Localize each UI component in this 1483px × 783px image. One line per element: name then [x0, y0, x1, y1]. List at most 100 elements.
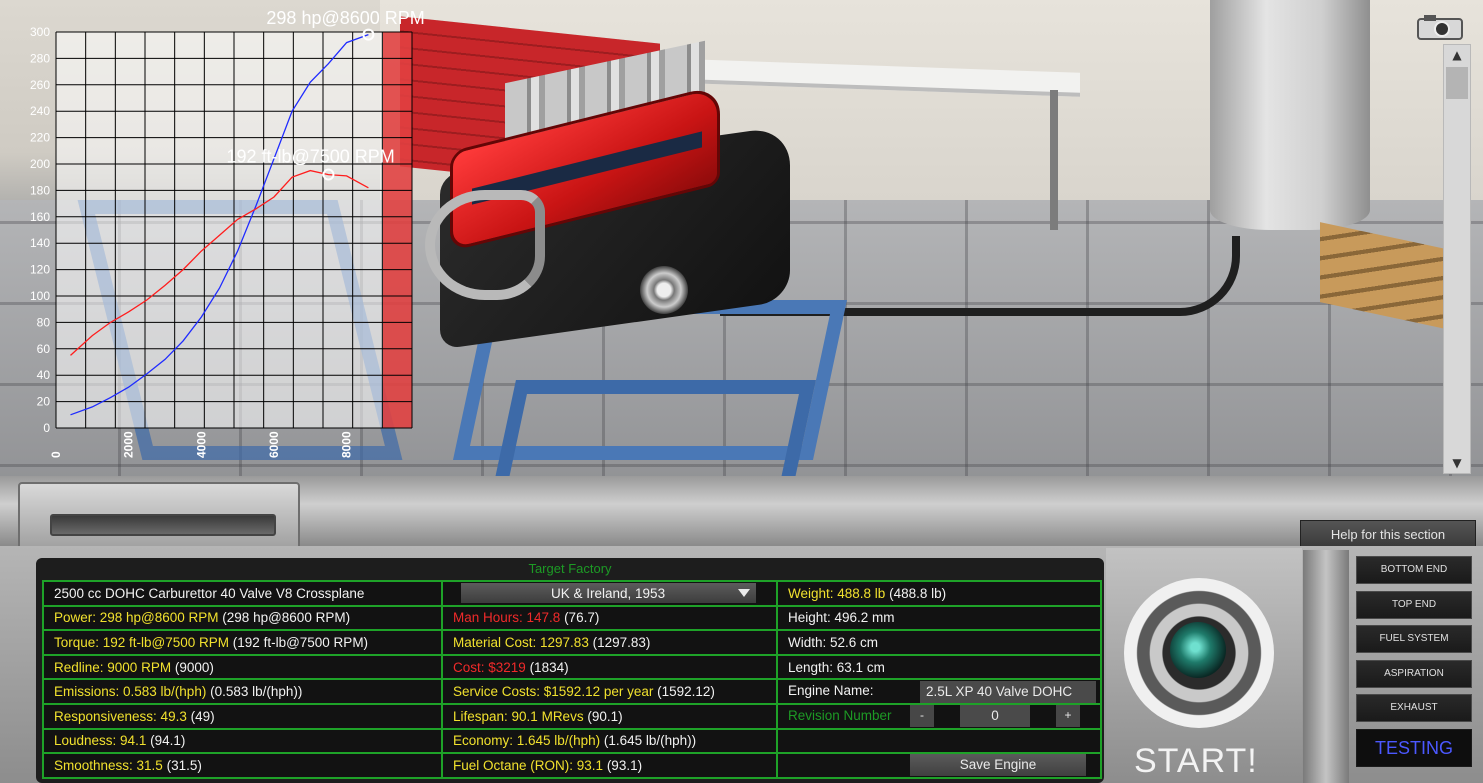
viewport-scrollbar[interactable]: ▲ ▼	[1443, 44, 1471, 474]
market-value: UK & Ireland, 1953	[551, 585, 666, 601]
torque-cell: Torque: 192 ft-lb@7500 RPM (192 ft-lb@75…	[42, 629, 443, 656]
service-cost-cell: Service Costs: $1592.12 per year (1592.1…	[441, 678, 778, 705]
revision-cell: Revision Number - 0 +	[776, 702, 1102, 730]
menu-bottom-end[interactable]: BOTTOM END	[1356, 556, 1472, 584]
help-button[interactable]: Help for this section	[1300, 520, 1476, 548]
dyno-chart-svg: 0 20 40 60 80 100 120 140 160 180 200 220 240 260 280 3…	[30, 8, 425, 458]
start-label[interactable]: START!	[1134, 742, 1258, 781]
menu-aspiration[interactable]: ASPIRATION	[1356, 659, 1472, 688]
responsiveness-cell: Responsiveness: 49.3 (49)	[42, 702, 443, 730]
octane-raw: (93.1)	[603, 757, 643, 773]
cost-cell: Cost: $3219 (1834)	[441, 653, 778, 681]
chevron-down-icon[interactable]: ▼	[1444, 453, 1470, 473]
y-tick-label: 0	[43, 421, 50, 435]
save-engine-button[interactable]: Save Engine	[910, 755, 1086, 776]
engine-name-input[interactable]: 2.5L XP 40 Valve DOHC	[920, 681, 1096, 703]
dyno-chart: 0 20 40 60 80 100 120 140 160 180 200 220 240 260 280 3…	[0, 0, 440, 470]
menu-exhaust[interactable]: EXHAUST	[1356, 694, 1472, 722]
material-cost-cell: Material Cost: 1297.83 (1297.83)	[441, 629, 778, 656]
revision-decrement-button[interactable]: -	[910, 705, 934, 727]
y-tick-label: 40	[37, 368, 51, 382]
service-cost-raw: (1592.12)	[653, 684, 715, 700]
height-value: Height: 496.2 mm	[788, 610, 895, 626]
table-row: Responsiveness: 49.3 (49) Lifespan: 90.1…	[42, 702, 1102, 730]
menu-top-end[interactable]: TOP END	[1356, 590, 1472, 619]
y-tick-label: 260	[30, 78, 50, 92]
man-hours-cell: Man Hours: 147.8 (76.7)	[441, 604, 778, 632]
y-tick-label: 300	[30, 25, 50, 39]
y-tick-label: 80	[37, 315, 51, 329]
peak-power-label: 298 hp@8600 RPM	[266, 8, 424, 28]
octane-label: Fuel Octane (RON): 93.1	[453, 757, 604, 773]
y-tick-label: 120	[30, 263, 50, 277]
section-menu: BOTTOM END TOP END FUEL SYSTEM ASPIRATIO…	[1356, 556, 1476, 783]
engine-name-cell: Engine Name: 2.5L XP 40 Valve DOHC	[776, 678, 1102, 705]
engine-description: 2500 cc DOHC Carburettor 40 Valve V8 Cro…	[42, 580, 443, 607]
y-tick-label: 100	[30, 289, 50, 303]
economy-label: Economy: 1.645 lb/(hph)	[453, 733, 601, 749]
alternator	[640, 266, 688, 314]
revision-stepper: - 0 +	[910, 705, 1080, 727]
rivet-strip	[1303, 550, 1349, 783]
length-cell: Length: 63.1 cm	[776, 653, 1102, 681]
y-tick-label: 160	[30, 210, 50, 224]
menu-fuel-system[interactable]: FUEL SYSTEM	[1356, 625, 1472, 653]
redline-cell: Redline: 9000 RPM (9000)	[42, 653, 443, 681]
service-cost-label: Service Costs: $1592.12 per year	[453, 684, 654, 700]
y-tick-label: 220	[30, 131, 50, 145]
y-tick-label: 180	[30, 183, 50, 197]
start-lens-icon	[1170, 622, 1226, 678]
responsiveness-label: Responsiveness: 49.3	[54, 708, 187, 724]
empty-cell	[776, 727, 1102, 755]
peak-torque-label: 192 ft-lb@7500 RPM	[226, 147, 394, 167]
loudness-label: Loudness: 94.1	[54, 733, 147, 749]
engine-description-text: 2500 cc DOHC Carburettor 40 Valve V8 Cro…	[54, 585, 365, 601]
panel-title: Target Factory	[528, 561, 612, 576]
width-cell: Width: 52.6 cm	[776, 629, 1102, 656]
man-hours-label: Man Hours: 147.8	[453, 610, 561, 626]
economy-cell: Economy: 1.645 lb/(hph) (1.645 lb/(hph))	[441, 727, 778, 755]
torque-label: Torque: 192 ft-lb@7500 RPM	[54, 634, 230, 650]
torque-raw: (192 ft-lb@7500 RPM)	[229, 634, 369, 650]
exhaust-headers	[425, 190, 545, 300]
smoothness-cell: Smoothness: 31.5 (31.5)	[42, 752, 443, 779]
lifespan-raw: (90.1)	[583, 708, 623, 724]
lifespan-cell: Lifespan: 90.1 MRevs (90.1)	[441, 702, 778, 730]
loudness-raw: (94.1)	[146, 733, 186, 749]
cost-raw: (1834)	[525, 659, 569, 675]
weight-label: Weight: 488.8 lb	[788, 585, 886, 601]
economy-raw: (1.645 lb/(hph))	[600, 733, 697, 749]
camera-button[interactable]	[1416, 12, 1464, 40]
y-tick-label: 200	[30, 157, 50, 171]
power-label: Power: 298 hp@8600 RPM	[54, 610, 219, 626]
panel-tab-slot	[50, 514, 276, 536]
chevron-up-icon[interactable]: ▲	[1444, 45, 1470, 65]
menu-testing[interactable]: TESTING	[1356, 728, 1472, 767]
length-value: Length: 63.1 cm	[788, 659, 885, 675]
emissions-label: Emissions: 0.583 lb/(hph)	[54, 684, 207, 700]
camera-icon	[1417, 15, 1463, 40]
y-tick-label: 20	[37, 395, 51, 409]
market-dropdown[interactable]: UK & Ireland, 1953	[461, 583, 756, 604]
revision-increment-button[interactable]: +	[1056, 705, 1080, 727]
y-tick-label: 240	[30, 104, 50, 118]
revision-value[interactable]: 0	[960, 705, 1030, 727]
material-cost-label: Material Cost: 1297.83	[453, 634, 589, 650]
man-hours-raw: (76.7)	[560, 610, 600, 626]
redline-zone	[382, 32, 412, 428]
table-row: Smoothness: 31.5 (31.5) Fuel Octane (RON…	[42, 752, 1102, 779]
loudness-cell: Loudness: 94.1 (94.1)	[42, 727, 443, 755]
x-tick-label: 0	[49, 451, 63, 458]
table-row: Torque: 192 ft-lb@7500 RPM (192 ft-lb@75…	[42, 629, 1102, 656]
height-cell: Height: 496.2 mm	[776, 604, 1102, 632]
revision-label: Revision Number	[788, 707, 892, 723]
x-tick-label: 8000	[340, 431, 354, 458]
emissions-raw: (0.583 lb/(hph))	[206, 684, 303, 700]
x-tick-label: 2000	[122, 431, 136, 458]
scroll-thumb[interactable]	[1446, 67, 1468, 99]
chevron-down-icon	[738, 589, 750, 598]
table-row: Emissions: 0.583 lb/(hph) (0.583 lb/(hph…	[42, 678, 1102, 705]
x-tick-label: 6000	[267, 431, 281, 458]
table-row: Loudness: 94.1 (94.1) Economy: 1.645 lb/…	[42, 727, 1102, 755]
lifespan-label: Lifespan: 90.1 MRevs	[453, 708, 584, 724]
